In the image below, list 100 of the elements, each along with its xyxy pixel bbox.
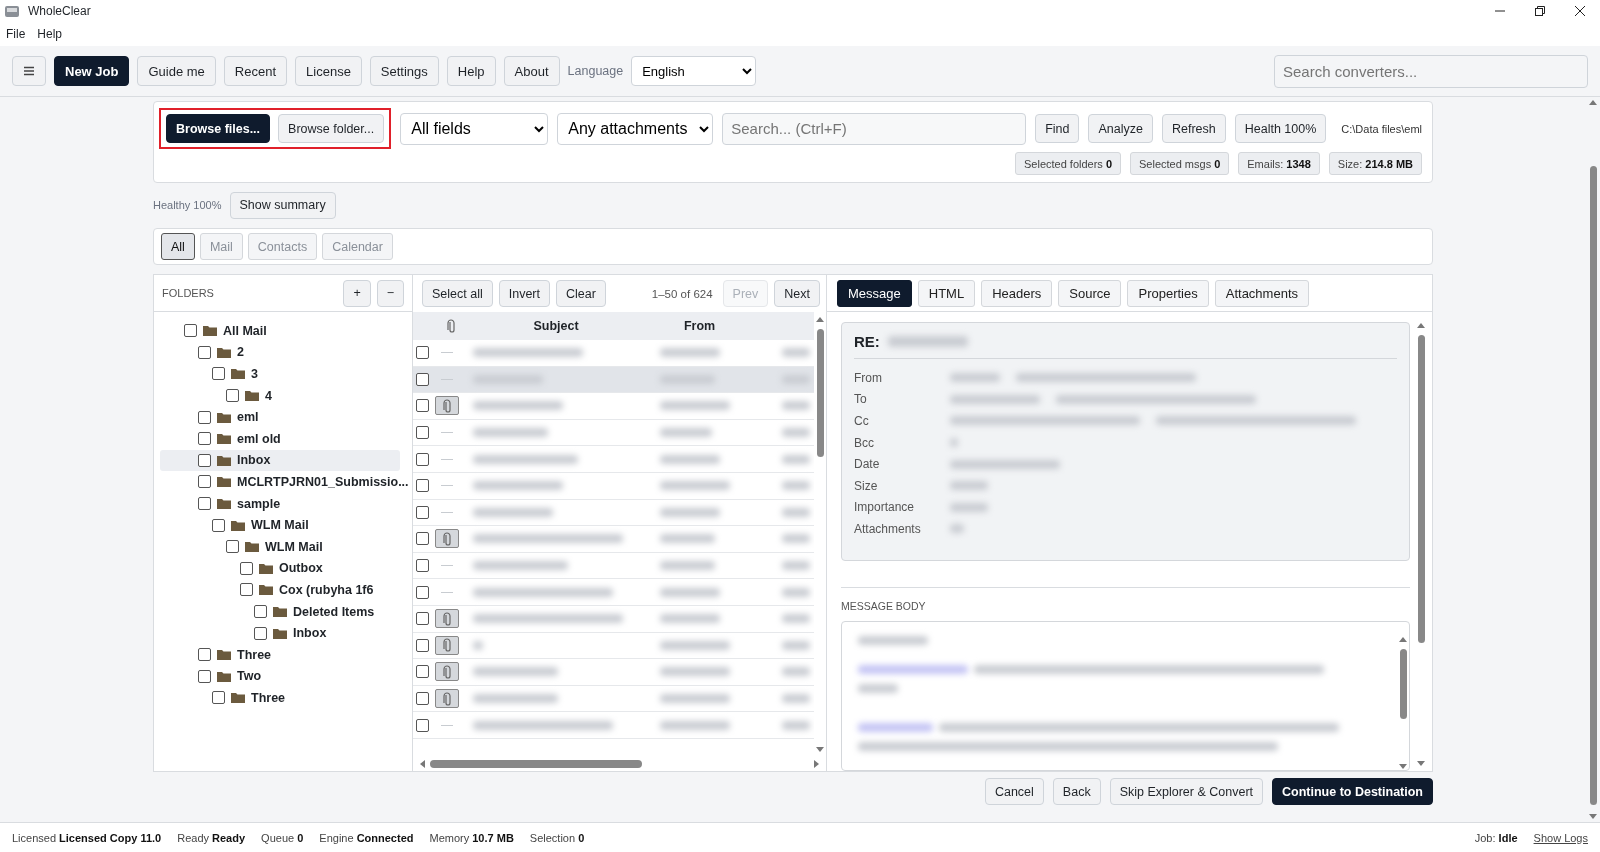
folder-row[interactable]: Deleted Items (160, 600, 400, 623)
checkbox[interactable] (198, 669, 211, 683)
menu-item[interactable]: Help (31, 25, 69, 43)
scrollbar-thumb[interactable] (1399, 649, 1407, 719)
scroll-up-icon[interactable] (815, 316, 825, 323)
checkbox[interactable] (416, 612, 429, 626)
toolbar-button[interactable]: Guide me (137, 56, 216, 86)
scroll-right-icon[interactable] (813, 759, 820, 769)
scrollbar-thumb[interactable] (430, 760, 642, 768)
scroll-up-icon[interactable] (1416, 322, 1426, 329)
checkbox[interactable] (212, 518, 225, 532)
checkbox[interactable] (416, 665, 429, 679)
folder-row[interactable]: All Mail (160, 320, 400, 342)
checkbox[interactable] (198, 475, 211, 489)
folder-row[interactable]: 4 (160, 384, 400, 407)
toolbar-button[interactable]: Recent (223, 56, 288, 86)
scroll-up-icon[interactable] (1588, 99, 1598, 106)
checkbox[interactable] (416, 479, 429, 493)
search-field[interactable]: Search converters... (1274, 54, 1588, 88)
checkbox[interactable] (416, 346, 429, 360)
column-header[interactable]: Subject (470, 319, 642, 333)
summary-button[interactable]: Show summary (229, 191, 336, 219)
checkbox[interactable] (416, 585, 429, 599)
view-tab[interactable]: Source (1058, 279, 1122, 307)
attachment-select[interactable]: Any attachments (557, 112, 714, 145)
checkbox[interactable] (226, 389, 239, 403)
checkbox[interactable] (416, 452, 429, 466)
folder-row[interactable]: Inbox (160, 622, 400, 644)
menu-button[interactable] (12, 56, 46, 86)
checkbox[interactable] (416, 372, 429, 386)
folder-row[interactable]: Three (160, 643, 400, 666)
view-tab[interactable]: Message (837, 279, 912, 307)
checkbox[interactable] (198, 648, 211, 662)
selected-folder-row[interactable]: Inbox (160, 449, 400, 472)
view-tab[interactable]: Headers (981, 279, 1053, 307)
next-button[interactable]: Next (774, 280, 820, 307)
toolbar-button[interactable]: New Job (54, 56, 130, 86)
action-button[interactable]: Health 100% (1234, 114, 1327, 143)
scroll-down-icon[interactable] (815, 746, 825, 753)
tree-button[interactable]: + (343, 279, 371, 307)
checkbox[interactable] (254, 605, 267, 618)
column-header[interactable]: From (642, 319, 757, 333)
toolbar-button[interactable]: Help (446, 56, 496, 86)
checkbox[interactable] (416, 505, 429, 519)
checkbox[interactable] (198, 410, 211, 424)
filter-tab[interactable]: All (161, 233, 195, 260)
close-icon[interactable] (1574, 5, 1586, 17)
footer-button[interactable]: Cancel (984, 778, 1044, 805)
footer-button[interactable]: Back (1052, 778, 1101, 805)
checkbox[interactable] (416, 426, 429, 440)
list-button[interactable]: Invert (498, 280, 550, 307)
checkbox[interactable] (416, 559, 429, 573)
checkbox[interactable] (416, 638, 429, 652)
scrollbar-thumb[interactable] (1589, 166, 1597, 805)
scroll-down-icon[interactable] (1588, 813, 1598, 820)
folder-row[interactable]: Two (160, 665, 400, 688)
folder-row[interactable]: eml old (160, 427, 400, 450)
toolbar-button[interactable]: License (295, 56, 362, 86)
action-button[interactable]: Refresh (1161, 114, 1226, 143)
toolbar-button[interactable]: About (503, 56, 560, 86)
restore-icon[interactable] (1534, 5, 1546, 17)
checkbox[interactable] (226, 540, 239, 554)
checkbox[interactable] (240, 561, 253, 575)
list-button[interactable]: Select all (422, 280, 493, 307)
folder-row[interactable]: 3 (160, 363, 400, 385)
tree-button[interactable]: − (376, 279, 404, 307)
scrollbar-thumb[interactable] (1417, 335, 1425, 643)
scrollbar-thumb[interactable] (816, 329, 824, 457)
folder-row[interactable]: WLM Mail (160, 535, 400, 558)
language-select[interactable]: English (631, 56, 757, 86)
checkbox[interactable] (212, 367, 225, 381)
footer-button[interactable]: Skip Explorer & Convert (1109, 778, 1264, 805)
checkbox[interactable] (198, 432, 211, 446)
scroll-up-icon[interactable] (1398, 636, 1408, 643)
folder-row[interactable]: WLM Mail (160, 514, 400, 536)
browse-button[interactable]: Browse folder... (278, 114, 385, 143)
folder-row[interactable]: Outbox (160, 557, 400, 580)
field-select[interactable]: All fields (400, 112, 549, 145)
action-button[interactable]: Find (1035, 114, 1080, 143)
checkbox[interactable] (212, 691, 225, 705)
folder-row[interactable]: 2 (160, 341, 400, 364)
folder-row[interactable]: sample (160, 492, 400, 515)
checkbox[interactable] (198, 497, 211, 511)
checkbox[interactable] (416, 718, 429, 732)
menu-item[interactable]: File (0, 25, 32, 43)
show-logs-link[interactable]: Show Logs (1533, 831, 1588, 844)
folder-row[interactable]: Three (160, 687, 400, 709)
toolbar-button[interactable]: Settings (369, 56, 439, 86)
checkbox[interactable] (416, 399, 429, 413)
checkbox[interactable] (198, 453, 211, 467)
folder-row[interactable]: Cox (rubyha 1f6 (160, 579, 400, 601)
browse-button[interactable]: Browse files... (166, 114, 271, 143)
checkbox[interactable] (184, 324, 197, 338)
checkbox[interactable] (416, 532, 429, 546)
list-button[interactable]: Clear (556, 280, 606, 307)
checkbox[interactable] (198, 345, 211, 359)
view-tab[interactable]: Attachments (1214, 279, 1309, 307)
search-field[interactable]: Search... (Ctrl+F) (722, 112, 1027, 145)
folder-row[interactable]: eml (160, 406, 400, 428)
checkbox[interactable] (416, 692, 429, 705)
